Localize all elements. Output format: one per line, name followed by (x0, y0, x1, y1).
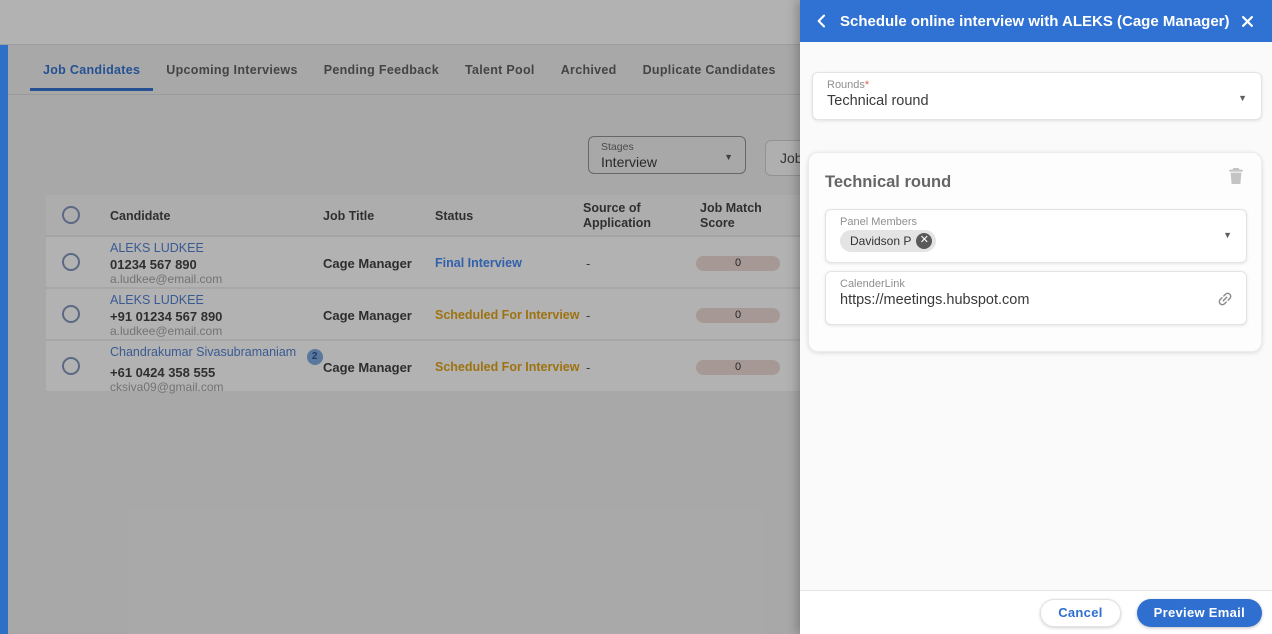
schedule-interview-drawer: Schedule online interview with ALEKS (Ca… (800, 0, 1272, 634)
trash-icon (1229, 168, 1243, 184)
chip-label: Davidson P (850, 234, 912, 248)
calendar-link-field[interactable]: CalenderLink https://meetings.hubspot.co… (825, 271, 1247, 325)
rounds-select[interactable]: Rounds* Technical round ▼ (812, 72, 1262, 120)
chevron-down-icon: ▼ (1238, 93, 1247, 103)
chip-remove-icon[interactable]: ✕ (916, 233, 933, 249)
panel-members-select[interactable]: Panel Members Davidson P ✕ ▼ (825, 209, 1247, 263)
link-icon (1216, 290, 1234, 308)
modal-backdrop[interactable] (0, 0, 800, 634)
close-icon (1241, 15, 1253, 27)
drawer-footer: Cancel Preview Email (800, 590, 1272, 634)
drawer-title: Schedule online interview with ALEKS (Ca… (840, 12, 1230, 30)
round-card: Technical round Panel Members Davidson P… (808, 152, 1262, 352)
app-root: Job Candidates Upcoming Interviews Pending… (0, 0, 1272, 634)
left-accent-stripe (0, 45, 8, 634)
preview-email-button[interactable]: Preview Email (1136, 598, 1262, 627)
chevron-down-icon: ▼ (1223, 230, 1232, 240)
rounds-label: Rounds* (827, 79, 1261, 91)
rounds-value: Technical round (827, 93, 929, 109)
chevron-left-icon (817, 14, 826, 28)
panel-members-label: Panel Members (840, 216, 918, 228)
back-button[interactable] (814, 11, 834, 31)
delete-round-button[interactable] (1228, 167, 1246, 185)
calendar-link-label: CalenderLink (840, 278, 905, 290)
round-card-title: Technical round (825, 173, 952, 191)
cancel-button[interactable]: Cancel (1040, 598, 1121, 627)
panel-member-chip: Davidson P ✕ (840, 230, 937, 252)
close-button[interactable] (1236, 10, 1258, 32)
drawer-header: Schedule online interview with ALEKS (Ca… (800, 0, 1272, 42)
rounds-label-text: Rounds (827, 79, 865, 91)
calendar-link-value: https://meetings.hubspot.com (840, 292, 1030, 308)
required-asterisk: * (864, 79, 870, 91)
